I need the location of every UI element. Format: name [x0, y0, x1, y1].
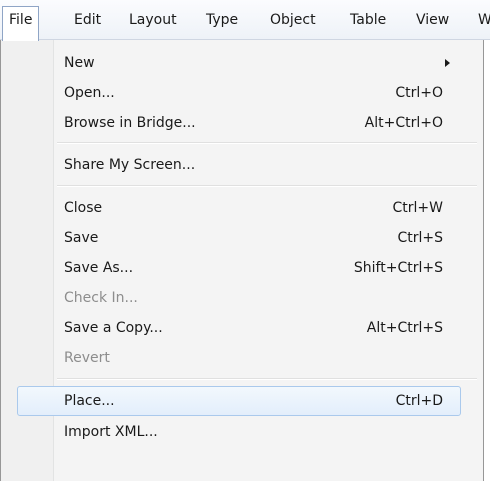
- menu-item-open[interactable]: Open... Ctrl+O: [17, 78, 461, 108]
- menu-item-shortcut: Alt+Ctrl+S: [366, 320, 443, 336]
- menu-separator: [57, 142, 477, 144]
- menu-item-label: Close: [64, 200, 103, 216]
- menu-item-shortcut: Ctrl+W: [392, 200, 443, 216]
- menu-item-import-xml[interactable]: Import XML...: [17, 417, 461, 447]
- menu-item-revert: Revert: [17, 343, 461, 373]
- menu-item-label: Save As...: [64, 260, 134, 276]
- menu-view[interactable]: View: [410, 6, 455, 34]
- menu-item-label: Save a Copy...: [64, 320, 163, 336]
- menu-separator: [57, 378, 477, 380]
- menu-item-save-as[interactable]: Save As... Shift+Ctrl+S: [17, 253, 461, 283]
- menu-item-shortcut: Shift+Ctrl+S: [353, 260, 443, 276]
- menu-item-save-a-copy[interactable]: Save a Copy... Alt+Ctrl+S: [17, 313, 461, 343]
- menu-item-place[interactable]: Place... Ctrl+D: [17, 386, 461, 416]
- menu-item-check-in: Check In...: [17, 283, 461, 313]
- menu-item-label: Browse in Bridge...: [64, 115, 196, 131]
- menu-item-close[interactable]: Close Ctrl+W: [17, 193, 461, 223]
- menu-item-label: Save: [64, 230, 99, 246]
- menu-item-label: Place...: [64, 393, 115, 409]
- menu-window-partial[interactable]: W: [472, 6, 490, 34]
- application-window: File Edit Layout Type Object Table View …: [0, 0, 490, 481]
- menu-object[interactable]: Object: [264, 6, 322, 34]
- menu-item-label: Import XML...: [64, 424, 158, 440]
- menu-layout[interactable]: Layout: [123, 6, 183, 34]
- menu-item-new[interactable]: New: [17, 48, 461, 78]
- menu-file[interactable]: File: [2, 6, 40, 41]
- menu-bar: File Edit Layout Type Object Table View …: [0, 0, 490, 41]
- menu-item-shortcut: Ctrl+O: [395, 85, 443, 101]
- menu-separator: [57, 185, 477, 187]
- submenu-arrow-icon: [445, 59, 450, 67]
- menu-item-label: Revert: [64, 350, 110, 366]
- menu-item-shortcut: Ctrl+D: [395, 393, 443, 409]
- menu-item-label: New: [64, 55, 95, 71]
- menu-item-label: Open...: [64, 85, 115, 101]
- menu-item-shortcut: Alt+Ctrl+O: [364, 115, 443, 131]
- menu-type[interactable]: Type: [200, 6, 244, 34]
- menu-item-share-my-screen[interactable]: Share My Screen...: [17, 150, 461, 180]
- menu-item-label: Check In...: [64, 290, 138, 306]
- menu-table[interactable]: Table: [344, 6, 392, 34]
- menu-item-shortcut: Ctrl+S: [397, 230, 443, 246]
- menu-item-save[interactable]: Save Ctrl+S: [17, 223, 461, 253]
- file-menu-dropdown: New Open... Ctrl+O Browse in Bridge... A…: [0, 40, 484, 481]
- menu-item-label: Share My Screen...: [64, 157, 196, 173]
- menu-item-browse-in-bridge[interactable]: Browse in Bridge... Alt+Ctrl+O: [17, 108, 461, 138]
- menu-edit[interactable]: Edit: [68, 6, 107, 34]
